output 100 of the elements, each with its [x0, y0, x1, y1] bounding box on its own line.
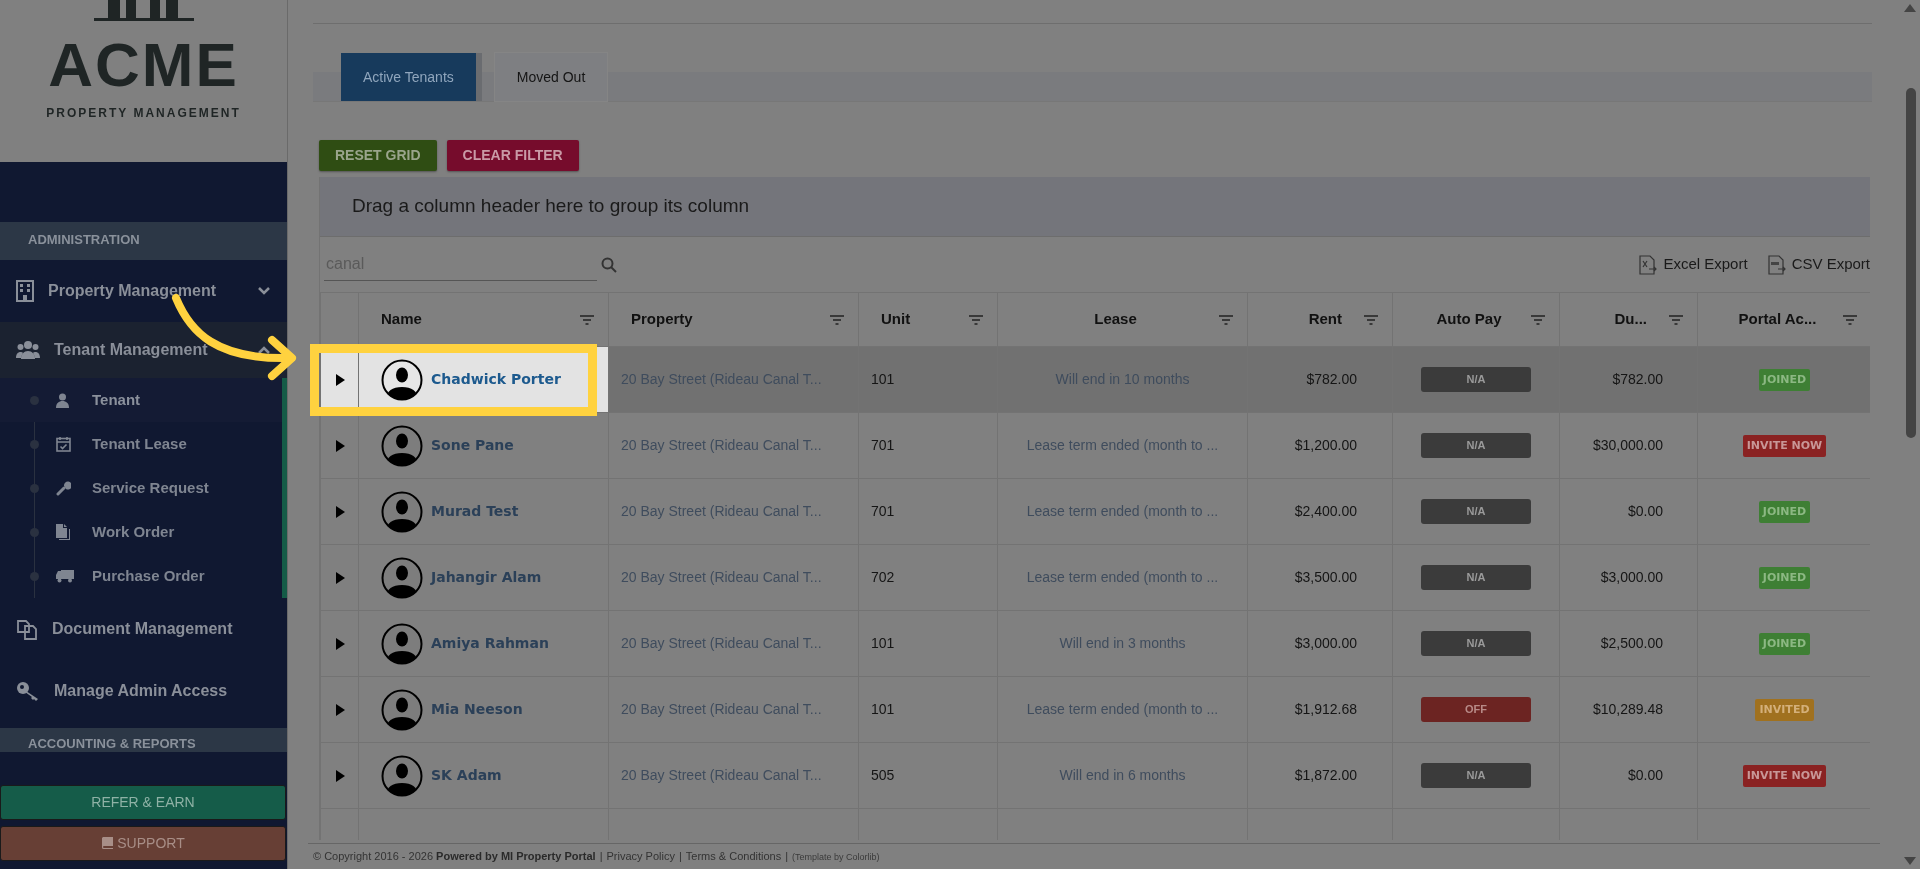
- tab[interactable]: Moved Out: [493, 52, 609, 102]
- excel-export-link[interactable]: Excel Export: [1639, 253, 1748, 276]
- menu-item[interactable]: Property Management: [0, 260, 287, 322]
- rent-amount: $782.00: [1306, 371, 1357, 387]
- submenu-item[interactable]: Work Order: [0, 510, 282, 554]
- bullet-dot: [30, 571, 39, 581]
- column-header[interactable]: Unit: [881, 308, 911, 331]
- lease-text: Lease term ended (month to ...: [1026, 701, 1219, 717]
- column-header[interactable]: Property: [631, 308, 693, 331]
- submenu-item[interactable]: Tenant: [0, 378, 282, 422]
- invite-button[interactable]: INVITE NOW: [1742, 434, 1827, 458]
- property-text: 20 Bay Street (Rideau Canal T...: [621, 437, 822, 453]
- due-amount: $0.00: [1627, 503, 1663, 519]
- portal-status-tag: JOINED: [1758, 566, 1811, 590]
- scroll-up-icon[interactable]: [1904, 4, 1916, 12]
- filter-icon[interactable]: [969, 314, 983, 325]
- rent-amount: $3,500.00: [1294, 569, 1357, 585]
- csv-export-link[interactable]: CSV Export: [1767, 253, 1870, 276]
- menu-item[interactable]: Document Management: [0, 598, 287, 660]
- rent-amount: $1,912.68: [1294, 701, 1357, 717]
- submenu-item[interactable]: Purchase Order: [0, 554, 282, 598]
- scrollbar-thumb[interactable]: [1906, 88, 1916, 438]
- unit-text: 702: [871, 569, 895, 585]
- menu-label: Manage Admin Access: [54, 681, 228, 701]
- search-icon[interactable]: [601, 256, 617, 273]
- book-icon: [101, 837, 114, 849]
- separator-text: |: [599, 849, 603, 864]
- rent-amount: $2,400.00: [1294, 503, 1357, 519]
- credit-text: (Template by Colorlib): [792, 851, 880, 864]
- submenu-label: Tenant: [92, 389, 141, 410]
- tenant-name-link[interactable]: Amiya Rahman: [431, 633, 549, 654]
- unit-text: 505: [871, 767, 895, 783]
- filter-icon[interactable]: [1219, 314, 1233, 325]
- menu-item[interactable]: Manage Admin Access: [0, 660, 287, 722]
- column-header[interactable]: Portal Ac...: [1738, 308, 1817, 331]
- tab[interactable]: Active Tenants: [341, 53, 482, 101]
- submenu-item[interactable]: Tenant Lease: [0, 422, 282, 466]
- due-amount: $10,289.48: [1592, 701, 1663, 717]
- tenant-name-link[interactable]: Murad Test: [431, 501, 519, 522]
- bullet-dot: [30, 483, 39, 493]
- filter-icon[interactable]: [1669, 314, 1683, 325]
- column-header[interactable]: Name: [381, 308, 422, 331]
- auto-pay-status: N/A: [1421, 433, 1531, 458]
- copyright-text: © Copyright 2016 - 2026 Powered by MI Property Portal: [313, 849, 596, 864]
- menu-item[interactable]: Tenant Management: [0, 322, 287, 378]
- column-header[interactable]: Du...: [1614, 308, 1647, 331]
- auto-pay-status: N/A: [1421, 631, 1531, 656]
- reset-grid-button[interactable]: RESET GRID: [319, 140, 437, 171]
- documents-icon: [16, 618, 38, 640]
- avatar-icon: [381, 622, 423, 665]
- invite-button[interactable]: INVITE NOW: [1742, 764, 1827, 788]
- auto-pay-status: N/A: [1421, 565, 1531, 590]
- avatar-icon: [381, 688, 423, 731]
- logo-subtitle: PROPERTY MANAGEMENT: [46, 105, 241, 122]
- logo-text: ACME: [48, 34, 239, 96]
- footer-link[interactable]: Privacy Policy: [606, 848, 675, 865]
- tenant-name-link[interactable]: SK Adam: [431, 765, 502, 786]
- calendar-icon: [56, 436, 71, 452]
- name-cell[interactable]: Sone Pane: [358, 412, 609, 479]
- menu-label: Tenant Management: [54, 340, 208, 360]
- group-hint: Drag a column header here to group its column: [352, 194, 750, 219]
- bullet-dot: [30, 439, 39, 449]
- clear-filter-button[interactable]: CLEAR FILTER: [446, 140, 579, 171]
- filter-icon[interactable]: [1843, 314, 1857, 325]
- tenant-name-link[interactable]: Chadwick Porter: [431, 369, 561, 390]
- portal-status-tag: JOINED: [1758, 368, 1811, 392]
- tenant-name-link[interactable]: Sone Pane: [431, 435, 514, 456]
- filter-icon[interactable]: [1531, 314, 1545, 325]
- scroll-down-icon[interactable]: [1904, 857, 1916, 865]
- column-header[interactable]: Lease: [1094, 308, 1137, 331]
- unit-text: 701: [871, 437, 895, 453]
- name-cell[interactable]: Jahangir Alam: [358, 544, 609, 611]
- tenant-name-link[interactable]: Jahangir Alam: [431, 567, 542, 588]
- filter-icon[interactable]: [580, 314, 594, 325]
- submenu-label: Tenant Lease: [92, 433, 187, 454]
- rent-amount: $1,872.00: [1294, 767, 1357, 783]
- filter-icon[interactable]: [830, 314, 844, 325]
- menu-label: Document Management: [52, 619, 233, 639]
- filter-icon[interactable]: [1364, 314, 1378, 325]
- auto-pay-status: N/A: [1421, 763, 1531, 788]
- column-header[interactable]: Auto Pay: [1436, 308, 1502, 331]
- avatar-icon: [381, 754, 423, 797]
- name-cell[interactable]: Murad Test: [358, 478, 609, 545]
- name-cell[interactable]: SK Adam: [358, 742, 609, 809]
- column-header[interactable]: Rent: [1308, 308, 1342, 331]
- avatar-icon: [381, 424, 423, 467]
- expand-arrow-icon[interactable]: [335, 374, 345, 387]
- submenu-item[interactable]: Service Request: [0, 466, 282, 510]
- due-amount: $782.00: [1612, 371, 1663, 387]
- separator-text: |: [785, 849, 789, 864]
- avatar-icon: [381, 556, 423, 599]
- lease-text: Lease term ended (month to ...: [1026, 437, 1219, 453]
- tenant-name-link[interactable]: Mia Neeson: [431, 699, 523, 720]
- name-cell[interactable]: Mia Neeson: [358, 676, 609, 743]
- refer-button[interactable]: REFER & EARN: [0, 785, 286, 820]
- auto-pay-status: N/A: [1421, 367, 1531, 392]
- section-heading: ACCOUNTING & REPORTS: [0, 728, 287, 752]
- support-button[interactable]: SUPPORT: [0, 826, 286, 861]
- name-cell[interactable]: Amiya Rahman: [358, 610, 609, 677]
- footer-link[interactable]: Terms & Conditions: [685, 848, 782, 865]
